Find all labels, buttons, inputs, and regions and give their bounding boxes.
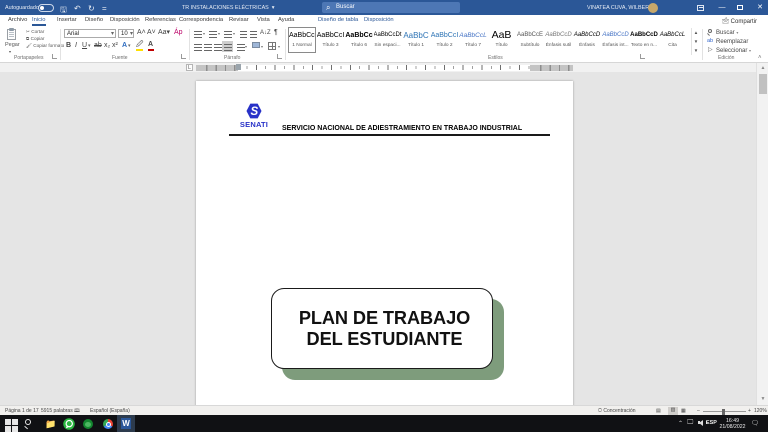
svg-text:S: S: [250, 106, 258, 118]
